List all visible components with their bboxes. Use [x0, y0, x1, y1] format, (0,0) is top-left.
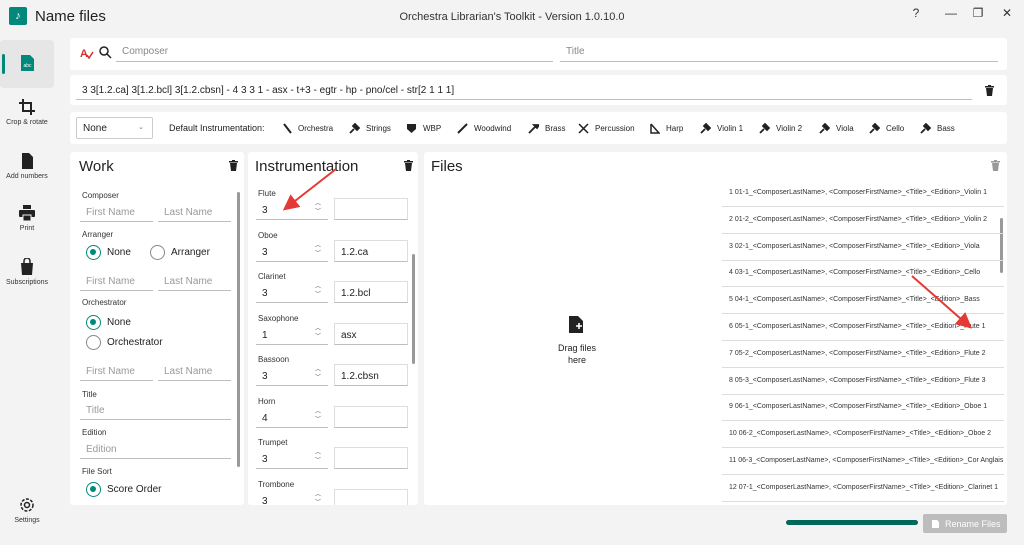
rename-icon — [932, 520, 939, 528]
annotation-arrow-file — [911, 275, 973, 329]
rename-files-button[interactable]: Rename Files — [923, 514, 1007, 533]
annotation-arrow-flute — [282, 168, 337, 211]
rename-files-label: Rename Files — [945, 519, 1001, 529]
annotation-arrows — [282, 168, 973, 329]
progress-bar — [786, 520, 918, 525]
